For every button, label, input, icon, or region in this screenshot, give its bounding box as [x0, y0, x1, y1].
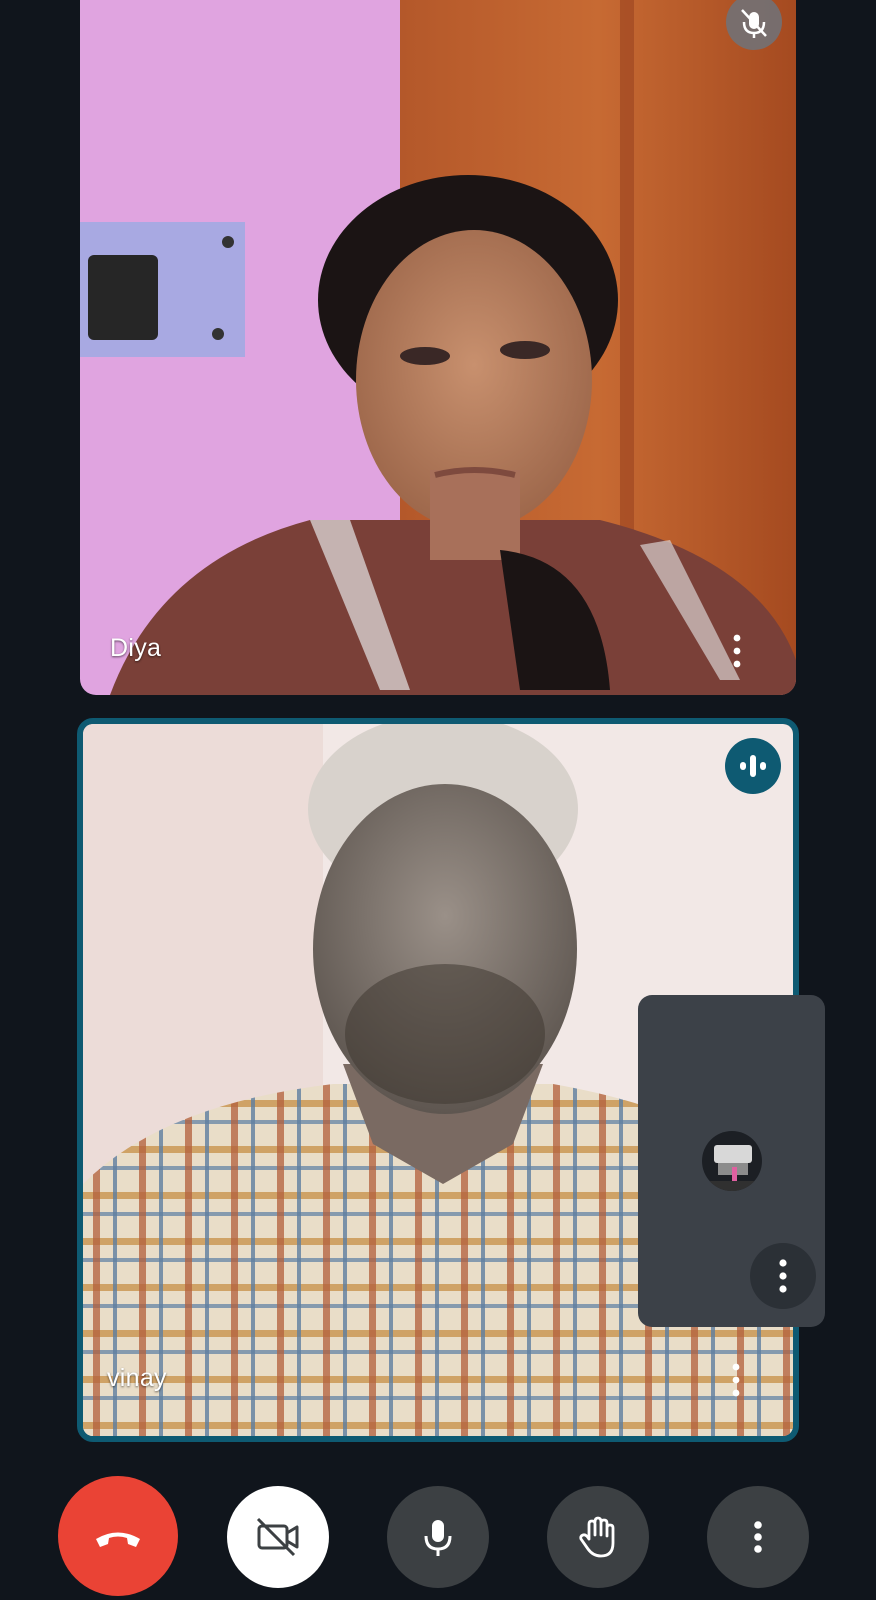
more-vert-icon: [732, 1363, 740, 1397]
raise-hand-button[interactable]: [547, 1486, 649, 1588]
call-end-icon: [96, 1532, 140, 1547]
raise-hand-icon: [579, 1516, 615, 1558]
end-call-button[interactable]: [58, 1476, 178, 1596]
participant-options-button[interactable]: [725, 629, 749, 673]
participant-video-diya: [80, 0, 796, 695]
self-view-tile[interactable]: [638, 995, 825, 1327]
more-vert-icon: [754, 1521, 762, 1553]
participant-options-button[interactable]: [724, 1358, 748, 1402]
participant-tile-diya[interactable]: Diya: [80, 0, 796, 695]
avatar: [702, 1131, 762, 1191]
more-options-button[interactable]: [707, 1486, 809, 1588]
more-vert-icon: [779, 1259, 787, 1293]
participant-name-label: Diya: [110, 634, 162, 662]
videocam-off-icon: [256, 1517, 299, 1557]
participant-name-label: vinay: [107, 1364, 167, 1392]
camera-toggle-button[interactable]: [227, 1486, 329, 1588]
call-controls-bar: [0, 1468, 876, 1600]
self-view-options-button[interactable]: [750, 1243, 816, 1309]
microphone-toggle-button[interactable]: [387, 1486, 489, 1588]
more-vert-icon: [733, 634, 741, 668]
audio-level-icon: [725, 738, 781, 794]
mic-icon: [424, 1520, 452, 1556]
mic-off-icon: [726, 0, 782, 50]
